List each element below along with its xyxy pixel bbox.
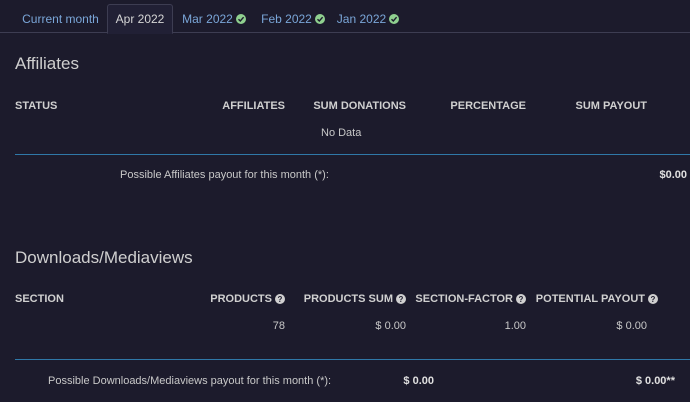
col-sum-payout: SUM PAYOUT (575, 100, 647, 112)
col-products: PRODUCTS ? (200, 293, 285, 305)
help-icon[interactable]: ? (275, 294, 285, 304)
affiliates-footer-label: Possible Affiliates payout for this mont… (120, 169, 329, 181)
downloads-footer-payout: $ 0.00** (635, 375, 675, 387)
col-potential-payout-label: POTENTIAL PAYOUT (535, 293, 645, 305)
divider (15, 359, 690, 360)
col-status: STATUS (15, 100, 58, 112)
tab-label: Feb 2022 (261, 11, 312, 26)
tab-label: Apr 2022 (115, 12, 165, 26)
col-percentage: PERCENTAGE (450, 100, 526, 112)
month-tabs: Current month Apr 2022 Mar 2022 Feb 2022… (0, 0, 690, 34)
downloads-title: Downloads/Mediaviews (15, 248, 193, 267)
tab-mar-2022[interactable]: Mar 2022 (176, 4, 252, 33)
col-products-sum: PRODUCTS SUM ? (290, 293, 406, 305)
row-potential-payout: $ 0.00 (616, 320, 647, 332)
tab-jan-2022[interactable]: Jan 2022 (333, 4, 403, 33)
payout-page: Current month Apr 2022 Mar 2022 Feb 2022… (0, 0, 690, 402)
downloads-footer-products-sum: $ 0.00 (403, 375, 434, 387)
check-icon (314, 13, 325, 24)
col-affiliates: AFFILIATES (222, 100, 285, 112)
col-section-factor: SECTION-FACTOR ? (410, 293, 526, 305)
col-section-factor-label: SECTION-FACTOR (415, 293, 513, 305)
row-products: 78 (272, 320, 285, 332)
affiliates-footer-value: $0.00 (659, 169, 687, 181)
tab-feb-2022[interactable]: Feb 2022 (256, 4, 330, 33)
tab-label: Mar 2022 (182, 11, 233, 26)
help-icon[interactable]: ? (648, 294, 658, 304)
col-potential-payout: POTENTIAL PAYOUT ? (530, 293, 658, 305)
col-products-sum-label: PRODUCTS SUM (303, 293, 393, 305)
help-icon[interactable]: ? (516, 294, 526, 304)
check-icon (389, 13, 400, 24)
tab-label: Jan 2022 (336, 11, 387, 26)
divider (15, 154, 690, 155)
col-sum-donations: SUM DONATIONS (313, 100, 406, 112)
affiliates-title: Affiliates (15, 54, 79, 73)
tab-current-month[interactable]: Current month (13, 4, 108, 33)
col-products-label: PRODUCTS (210, 293, 272, 305)
row-products-sum: $ 0.00 (375, 320, 406, 332)
check-icon (235, 13, 246, 24)
row-section-factor: 1.00 (504, 320, 526, 332)
downloads-footer-label: Possible Downloads/Mediaviews payout for… (48, 375, 332, 387)
tab-label: Current month (22, 11, 99, 26)
col-section: SECTION (15, 293, 64, 305)
help-icon[interactable]: ? (396, 294, 406, 304)
tab-apr-2022[interactable]: Apr 2022 (107, 4, 173, 34)
no-data-text: No Data (321, 127, 362, 139)
